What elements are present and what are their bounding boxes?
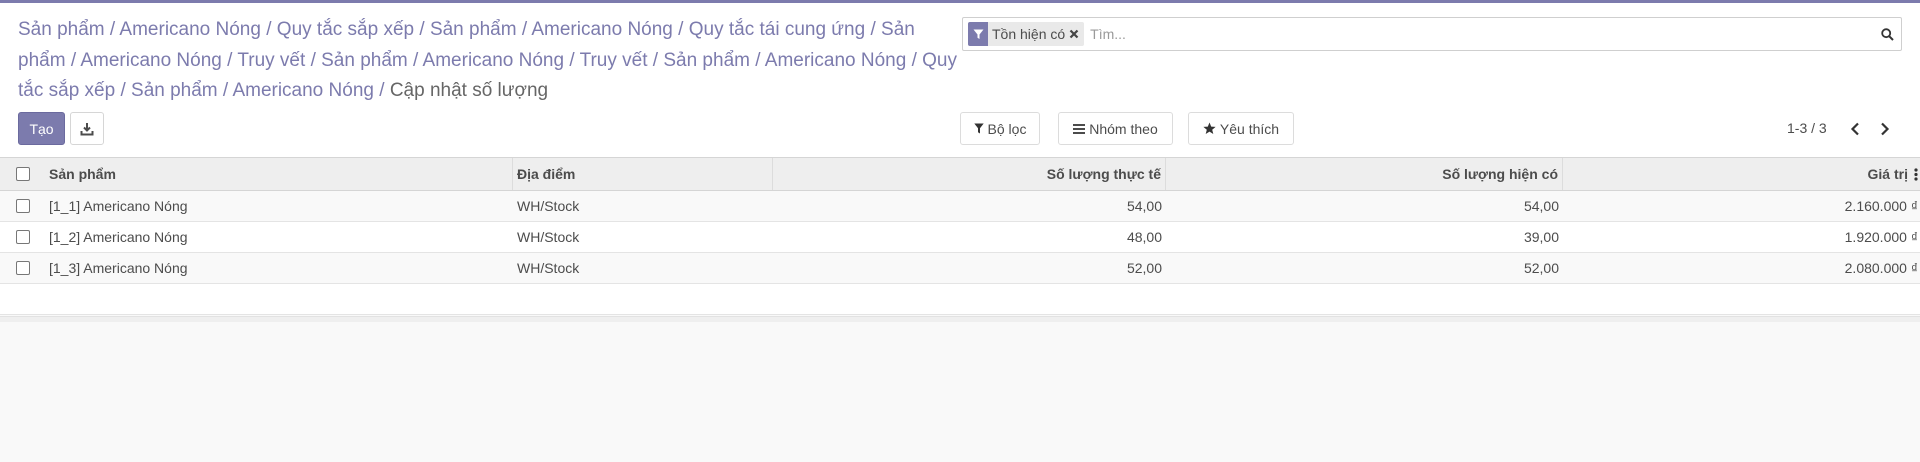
column-header-location[interactable]: Địa điểm [513,158,773,190]
row-checkbox[interactable] [15,261,30,275]
table-row[interactable]: [1_3] Americano Nóng WH/Stock 52,00 52,0… [0,253,1920,284]
cell-location: WH/Stock [517,229,580,245]
search-bar: Tồn hiện có [962,17,1902,51]
create-button[interactable]: Tạo [18,112,65,145]
list-icon [1073,123,1086,134]
breadcrumb-current: Cập nhật số lượng [389,80,549,101]
column-header-real-qty[interactable]: Số lượng thực tế [773,158,1166,190]
breadcrumb-item[interactable]: Sản phẩm [430,19,517,40]
breadcrumb-separator: / [569,49,575,71]
filter-icon [973,123,984,134]
breadcrumb-item[interactable]: Truy vết [580,50,648,71]
row-select-cell [0,222,45,252]
pager-previous-icon[interactable] [1847,121,1863,137]
star-icon [1203,122,1216,134]
breadcrumb-separator: / [266,19,272,40]
breadcrumb-separator: / [109,19,116,40]
breadcrumb: Sản phẩm / Americano Nóng / Quy tắc sắp … [18,15,958,107]
breadcrumb-item[interactable]: Americano Nóng [423,50,565,71]
download-button[interactable] [70,112,104,145]
pager-value[interactable]: 1-3 / 3 [1787,120,1827,136]
cell-available-qty: 54,00 [1523,198,1559,214]
breadcrumb-item[interactable]: Americano Nóng [531,19,673,40]
cell-real-qty: 48,00 [1126,229,1162,245]
cell-available-qty: 52,00 [1523,260,1559,276]
table-row[interactable]: [1_2] Americano Nóng WH/Stock 48,00 39,0… [0,222,1920,253]
favorites-label: Yêu thích [1219,120,1280,137]
row-select-cell [0,191,45,221]
breadcrumb-separator: / [521,19,528,40]
pager-next-icon[interactable] [1877,121,1893,137]
breadcrumb-separator: / [419,19,425,40]
cell-location: WH/Stock [517,198,580,214]
facet-label: Tồn hiện có [992,26,1066,42]
cell-real-qty: 52,00 [1126,260,1162,276]
table-row[interactable]: [1_1] Americano Nóng WH/Stock 54,00 54,0… [0,191,1920,222]
table-body: [1_1] Americano Nóng WH/Stock 54,00 54,0… [0,191,1920,315]
favorites-button[interactable]: Yêu thích [1188,112,1294,145]
breadcrumb-separator: / [379,80,385,101]
optional-columns-icon[interactable] [1914,167,1918,181]
row-checkbox[interactable] [15,230,30,244]
breadcrumb-item[interactable]: Americano Nóng [232,80,374,101]
breadcrumb-item[interactable]: Americano Nóng [119,19,261,40]
breadcrumb-item[interactable]: Sản phẩm [131,80,218,101]
empty-row [0,284,1920,315]
breadcrumb-item[interactable]: Sản phẩm [321,50,408,71]
breadcrumb-separator: / [755,49,761,71]
breadcrumb-separator: / [413,49,419,71]
breadcrumb-item[interactable]: Americano Nóng [80,50,222,71]
row-checkbox[interactable] [15,199,30,213]
group-by-label: Nhóm theo [1089,120,1158,137]
cell-value: 2.160.000 ₫ [1844,198,1918,214]
cell-real-qty: 54,00 [1126,198,1162,214]
select-all-checkbox[interactable] [15,167,30,181]
cell-value: 2.080.000 ₫ [1844,260,1918,276]
group-by-button[interactable]: Nhóm theo [1058,112,1173,145]
cell-value: 1.920.000 ₫ [1844,229,1918,245]
breadcrumb-item[interactable]: Sản phẩm [18,19,105,40]
search-input[interactable] [1084,20,1873,48]
breadcrumb-separator: / [310,49,316,71]
breadcrumb-separator: / [652,49,659,71]
breadcrumb-separator: / [678,19,684,40]
cell-location: WH/Stock [517,260,580,276]
search-icon[interactable] [1873,20,1901,48]
row-select-cell [0,253,45,283]
breadcrumb-separator: / [870,19,876,40]
cell-product: [1_2] Americano Nóng [49,229,188,245]
select-all-cell [0,158,45,190]
breadcrumb-separator: / [227,49,233,71]
breadcrumb-separator: / [120,80,126,101]
download-icon [80,122,94,135]
column-header-available-qty[interactable]: Số lượng hiện có [1166,158,1563,190]
filter-label: Bộ lọc [987,120,1027,137]
list-footer [0,316,1920,322]
breadcrumb-item[interactable]: Quy tắc sắp xếp [277,19,414,40]
filter-button[interactable]: Bộ lọc [960,112,1040,145]
cell-available-qty: 39,00 [1523,229,1559,245]
facet-remove-icon[interactable] [1069,29,1084,39]
cell-product: [1_3] Americano Nóng [49,260,188,276]
control-panel: Sản phẩm / Americano Nóng / Quy tắc sắp … [0,3,1920,157]
column-header-value[interactable]: Giá trị [1563,158,1920,190]
filter-icon [968,22,988,46]
breadcrumb-item[interactable]: Truy vết [237,50,305,71]
search-facet[interactable]: Tồn hiện có [968,22,1085,46]
breadcrumb-separator: / [911,49,917,71]
breadcrumb-item[interactable]: Americano Nóng [765,50,907,71]
table-header: Sản phẩm Địa điểm Số lượng thực tế Số lư… [0,158,1920,191]
column-header-value-label: Giá trị [1867,166,1908,182]
breadcrumb-separator: / [222,80,229,101]
quant-list-table: Sản phẩm Địa điểm Số lượng thực tế Số lư… [0,157,1920,315]
breadcrumb-separator: / [70,49,77,71]
breadcrumb-item[interactable]: Quy tắc tái cung ứng [689,19,865,40]
column-header-product[interactable]: Sản phẩm [45,158,513,190]
cell-product: [1_1] Americano Nóng [49,198,188,214]
breadcrumb-item[interactable]: Sản phẩm [663,50,750,71]
